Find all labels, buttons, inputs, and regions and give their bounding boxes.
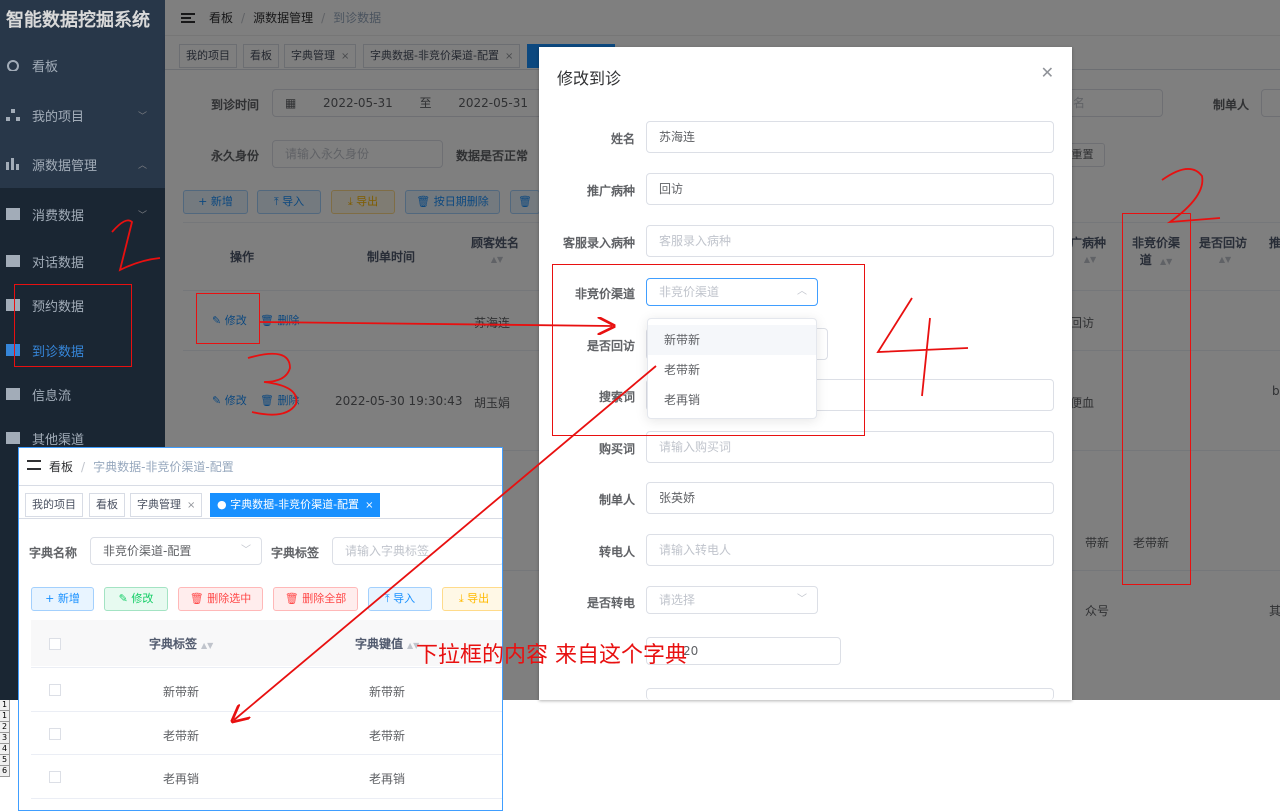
edit-button[interactable]: ✎ 修改 bbox=[104, 587, 168, 611]
cell-key: 新带新 bbox=[369, 685, 406, 699]
dialog-title: 修改到诊 bbox=[557, 69, 622, 88]
row-number: 3 bbox=[0, 733, 10, 744]
next-field[interactable] bbox=[646, 688, 1054, 700]
row-checkbox[interactable] bbox=[49, 771, 61, 783]
field-label: 姓名 bbox=[610, 132, 635, 146]
sort-icon: ▲▼ bbox=[201, 641, 214, 650]
cell-tag: 老再销 bbox=[163, 772, 200, 786]
cell-tag: 新带新 bbox=[163, 685, 200, 699]
name-field[interactable]: 苏海连 bbox=[646, 121, 1054, 153]
annotation-box-3 bbox=[196, 293, 260, 344]
tab-dashboard[interactable]: 看板 bbox=[89, 493, 125, 517]
th-key[interactable]: 字典键值 ▲▼ bbox=[355, 635, 419, 652]
tab-my-projects[interactable]: 我的项目 bbox=[25, 493, 83, 517]
divider bbox=[31, 798, 502, 799]
th-tag[interactable]: 字典标签 ▲▼ bbox=[149, 635, 213, 652]
delete-all-button[interactable]: 🗑 删除全部 bbox=[273, 587, 358, 611]
field-label: 是否转电 bbox=[586, 596, 635, 610]
add-button[interactable]: + 新增 bbox=[31, 587, 94, 611]
divider bbox=[19, 485, 502, 486]
close-icon[interactable]: × bbox=[187, 500, 195, 511]
dict-name-label: 字典名称 bbox=[29, 546, 78, 560]
dict-tag-label: 字典标签 bbox=[271, 546, 320, 560]
export-button[interactable]: ⤓ 导出 bbox=[442, 587, 502, 611]
breadcrumb-item[interactable]: 看板 bbox=[49, 460, 73, 474]
row-checkbox[interactable] bbox=[49, 728, 61, 740]
row-number: 4 bbox=[0, 744, 10, 755]
divider bbox=[19, 518, 502, 519]
close-icon[interactable]: × bbox=[365, 500, 373, 511]
breadcrumb: 看板 / 字典数据-非竞价渠道-配置 bbox=[49, 460, 234, 474]
field-label: 转电人 bbox=[598, 545, 635, 559]
annotation-note: 下拉框的内容 来自这个字典 bbox=[416, 643, 687, 668]
cell-key: 老再销 bbox=[369, 772, 406, 786]
close-icon[interactable]: ✕ bbox=[1041, 63, 1054, 82]
row-number: 1 bbox=[0, 700, 10, 711]
transfer-person-field[interactable]: 请输入转电人 bbox=[646, 534, 1054, 566]
row-number: 5 bbox=[0, 755, 10, 766]
row-number: 2 bbox=[0, 722, 10, 733]
divider bbox=[31, 711, 502, 712]
dict-name-select[interactable]: 非竞价渠道-配置 ﹀ bbox=[90, 537, 262, 565]
dictionary-screenshot: 看板 / 字典数据-非竞价渠道-配置 我的项目 看板 字典管理 × ● 字典数据-非竞… bbox=[18, 447, 503, 811]
divider bbox=[31, 754, 502, 755]
select-all-checkbox[interactable] bbox=[49, 638, 61, 650]
cell-tag: 老带新 bbox=[163, 729, 200, 743]
transfer-select[interactable]: 请选择 ﹀ bbox=[646, 586, 818, 614]
hamburger-icon[interactable] bbox=[27, 460, 41, 470]
field-label: 推广病种 bbox=[586, 184, 635, 198]
delete-selected-button[interactable]: 🗑 删除选中 bbox=[178, 587, 263, 611]
row-checkbox[interactable] bbox=[49, 684, 61, 696]
annotation-box-2 bbox=[1122, 213, 1191, 585]
disease-field[interactable]: 回访 bbox=[646, 173, 1054, 205]
tab-dict-manage[interactable]: 字典管理× bbox=[130, 493, 203, 517]
dict-tag-input[interactable]: 请输入字典标签 bbox=[332, 537, 502, 565]
row-number: 1 bbox=[0, 711, 10, 722]
field-label: 购买词 bbox=[598, 442, 635, 456]
spreadsheet-row-headers: 1 1 2 3 4 5 6 bbox=[0, 700, 10, 811]
cell-key: 老带新 bbox=[369, 729, 406, 743]
chevron-down-icon: ﹀ bbox=[797, 594, 807, 605]
cs-disease-field[interactable]: 客服录入病种 bbox=[646, 225, 1054, 257]
annotation-box-1 bbox=[14, 284, 132, 367]
import-button[interactable]: ⤒ 导入 bbox=[368, 587, 432, 611]
tab-dict-data[interactable]: ● 字典数据-非竞价渠道-配置 × bbox=[210, 493, 381, 517]
chevron-down-icon: ﹀ bbox=[241, 545, 251, 556]
creator-field[interactable]: 张英娇 bbox=[646, 482, 1054, 514]
row-number: 6 bbox=[0, 766, 10, 777]
field-label: 客服录入病种 bbox=[562, 236, 635, 250]
field-label: 制单人 bbox=[598, 493, 635, 507]
annotation-box-4 bbox=[552, 264, 865, 436]
breadcrumb-item: 字典数据-非竞价渠道-配置 bbox=[93, 460, 234, 474]
